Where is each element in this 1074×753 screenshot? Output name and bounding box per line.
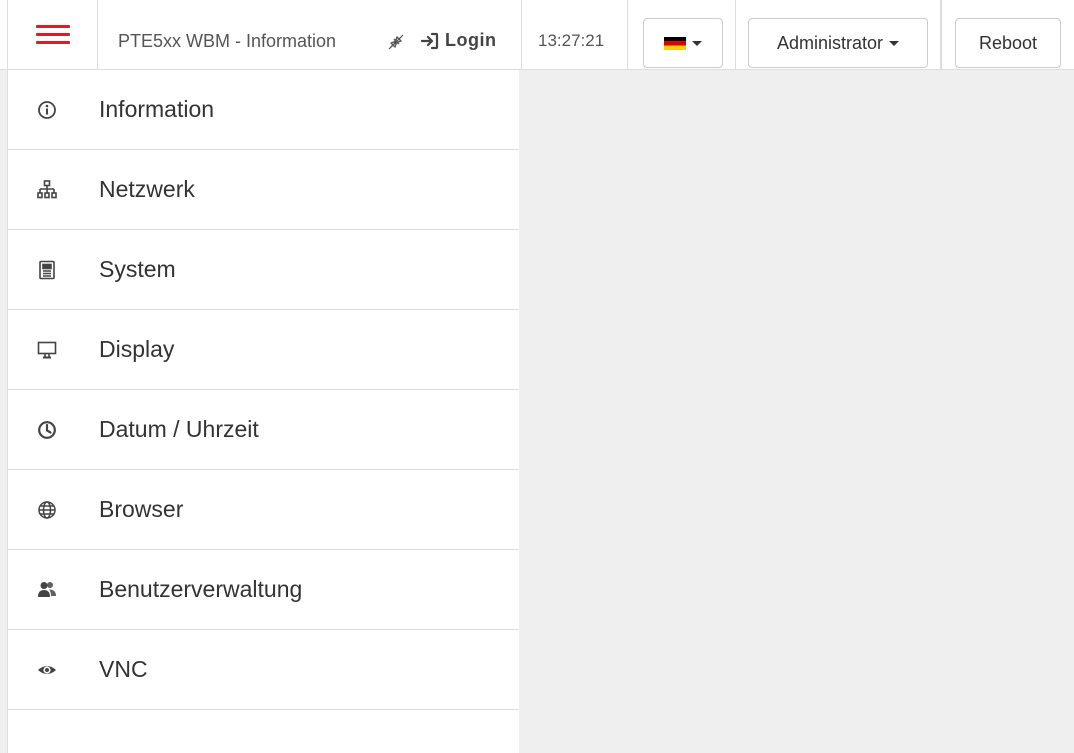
- divider: [521, 0, 522, 69]
- network-icon: [36, 179, 58, 201]
- page-title: PTE5xx WBM - Information: [118, 31, 337, 51]
- sidebar-item-netzwerk[interactable]: Netzwerk: [8, 150, 519, 230]
- divider: [627, 0, 628, 69]
- chevron-down-icon: [692, 40, 702, 46]
- sidebar-item-browser[interactable]: Browser: [8, 470, 519, 550]
- german-flag-icon: [664, 36, 686, 50]
- content-area: [519, 70, 1074, 753]
- sidebar-item-label: VNC: [99, 656, 148, 682]
- sidebar-item-information[interactable]: Information: [8, 70, 519, 150]
- chevron-down-icon: [889, 40, 900, 46]
- sidebar-item-datum-uhrzeit[interactable]: Datum / Uhrzeit: [8, 390, 519, 470]
- info-icon: [36, 99, 58, 121]
- sidebar-item-system[interactable]: System: [8, 230, 519, 310]
- users-icon: [36, 579, 58, 601]
- sidebar: Information Netzwerk System Display Datu…: [7, 70, 519, 753]
- language-dropdown[interactable]: [643, 18, 723, 68]
- clock: 13:27:21: [538, 31, 605, 50]
- sidebar-item-display[interactable]: Display: [8, 310, 519, 390]
- sidebar-item-label: Netzwerk: [99, 176, 195, 202]
- sidebar-item-label: Benutzerverwaltung: [99, 576, 303, 602]
- login-label: Login: [445, 30, 497, 50]
- user-label: Administrator: [776, 32, 884, 53]
- divider: [940, 0, 942, 69]
- reboot-button[interactable]: Reboot: [955, 18, 1061, 68]
- system-icon: [36, 259, 58, 281]
- sidebar-item-label: Browser: [99, 496, 184, 522]
- divider: [735, 0, 736, 69]
- top-bar: PTE5xx WBM - Information Login 13:27:21 …: [0, 0, 1074, 70]
- unpin-icon[interactable]: [388, 34, 404, 50]
- sidebar-item-label: Display: [99, 336, 175, 362]
- user-dropdown[interactable]: Administrator: [748, 18, 928, 68]
- monitor-icon: [36, 339, 58, 361]
- clock-icon: [36, 419, 58, 441]
- eye-icon: [36, 659, 58, 681]
- sidebar-item-benutzerverwaltung[interactable]: Benutzerverwaltung: [8, 550, 519, 630]
- login-button[interactable]: Login: [421, 30, 496, 51]
- hamburger-menu-icon[interactable]: [7, 0, 98, 69]
- globe-icon: [36, 499, 58, 521]
- sidebar-item-label: Datum / Uhrzeit: [99, 416, 259, 442]
- login-icon: [421, 32, 439, 49]
- sidebar-item-label: Information: [99, 96, 215, 122]
- reboot-label: Reboot: [978, 32, 1038, 53]
- sidebar-item-label: System: [99, 256, 176, 282]
- sidebar-item-vnc[interactable]: VNC: [8, 630, 519, 710]
